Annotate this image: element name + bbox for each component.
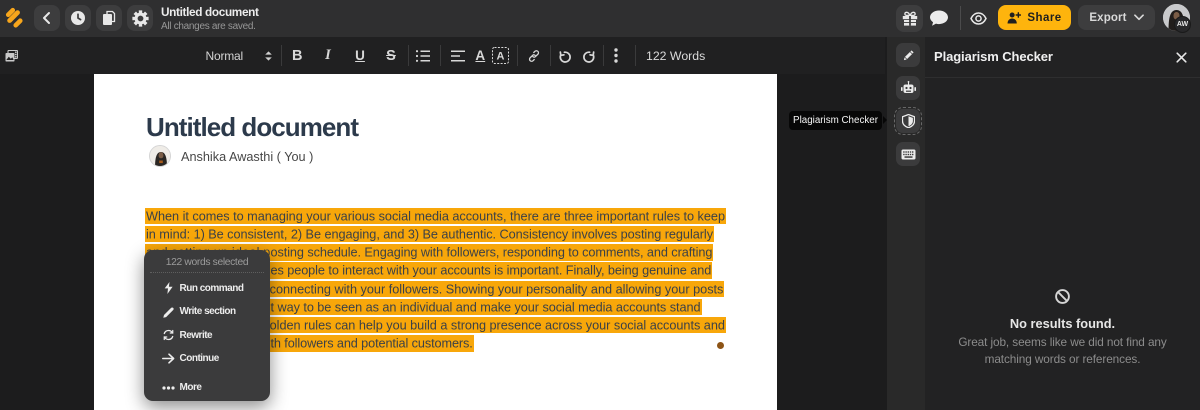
svg-text:A: A (496, 51, 504, 63)
